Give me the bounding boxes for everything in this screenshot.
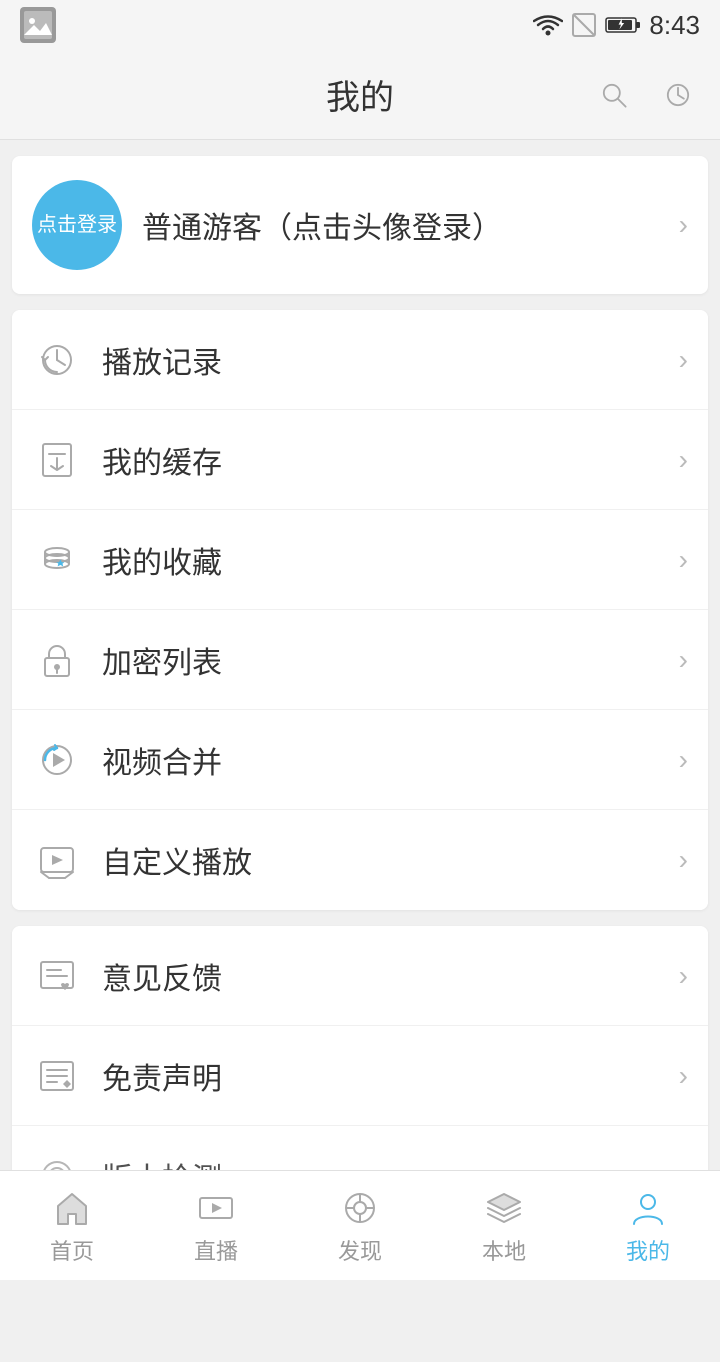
feedback-label: 意见反馈	[102, 954, 679, 998]
profile-card[interactable]: 点击登录 普通游客（点击头像登录） ›	[12, 156, 708, 294]
favorites-label: 我的收藏	[102, 538, 679, 582]
cache-label: 我的缓存	[102, 438, 679, 482]
discover-nav-label: 发现	[338, 1234, 382, 1266]
menu-item-feedback[interactable]: 意见反馈 ›	[12, 926, 708, 1026]
merge-chevron: ›	[679, 744, 688, 776]
profile-name: 普通游客（点击头像登录）	[142, 203, 502, 247]
nav-item-mine[interactable]: 我的	[576, 1171, 720, 1280]
feedback-chevron: ›	[679, 960, 688, 992]
live-nav-icon	[194, 1186, 238, 1230]
favorites-chevron: ›	[679, 544, 688, 576]
nav-item-local[interactable]: 本地	[432, 1171, 576, 1280]
playback-label: 播放记录	[102, 338, 679, 382]
feedback-icon	[32, 951, 82, 1001]
menu-item-cache[interactable]: 我的缓存 ›	[12, 410, 708, 510]
battery-icon	[605, 15, 641, 35]
merge-label: 视频合并	[102, 738, 679, 782]
page-title: 我的	[326, 70, 394, 119]
menu-section-1: 播放记录 › 我的缓存 ›	[12, 310, 708, 910]
menu-item-playback[interactable]: 播放记录 ›	[12, 310, 708, 410]
menu-item-favorites[interactable]: 我的收藏 ›	[12, 510, 708, 610]
playback-chevron: ›	[679, 344, 688, 376]
profile-chevron: ›	[679, 209, 688, 241]
favorites-icon	[32, 535, 82, 585]
wifi-icon	[533, 13, 563, 37]
signal-icon	[571, 12, 597, 38]
custom-label: 自定义播放	[102, 838, 679, 882]
home-nav-icon	[50, 1186, 94, 1230]
local-nav-icon	[482, 1186, 526, 1230]
status-bar-right: 8:43	[533, 10, 700, 41]
header-actions	[592, 73, 700, 117]
profile-left: 点击登录 普通游客（点击头像登录）	[32, 180, 502, 270]
encrypted-chevron: ›	[679, 644, 688, 676]
merge-icon	[32, 735, 82, 785]
menu-item-custom[interactable]: 自定义播放 ›	[12, 810, 708, 910]
live-nav-label: 直播	[194, 1234, 238, 1266]
cache-chevron: ›	[679, 444, 688, 476]
avatar[interactable]: 点击登录	[32, 180, 122, 270]
bottom-nav: 首页 直播 发现	[0, 1170, 720, 1280]
disclaimer-label: 免责声明	[102, 1054, 679, 1098]
menu-item-merge[interactable]: 视频合并 ›	[12, 710, 708, 810]
disclaimer-chevron: ›	[679, 1060, 688, 1092]
menu-item-disclaimer[interactable]: 免责声明 ›	[12, 1026, 708, 1126]
mine-nav-icon	[626, 1186, 670, 1230]
local-nav-label: 本地	[482, 1234, 526, 1266]
search-icon	[598, 79, 630, 111]
custom-icon	[32, 835, 82, 885]
nav-item-home[interactable]: 首页	[0, 1171, 144, 1280]
playback-icon	[32, 335, 82, 385]
discover-nav-icon	[338, 1186, 382, 1230]
image-icon	[20, 7, 56, 43]
home-nav-label: 首页	[50, 1234, 94, 1266]
mine-nav-label: 我的	[626, 1234, 670, 1266]
encrypted-label: 加密列表	[102, 638, 679, 682]
history-button[interactable]	[656, 73, 700, 117]
status-time: 8:43	[649, 10, 700, 41]
custom-chevron: ›	[679, 844, 688, 876]
disclaimer-icon	[32, 1051, 82, 1101]
search-button[interactable]	[592, 73, 636, 117]
encrypted-icon	[32, 635, 82, 685]
nav-item-live[interactable]: 直播	[144, 1171, 288, 1280]
header: 我的	[0, 50, 720, 140]
nav-item-discover[interactable]: 发现	[288, 1171, 432, 1280]
cache-icon	[32, 435, 82, 485]
status-bar-left	[20, 7, 56, 43]
menu-item-encrypted[interactable]: 加密列表 ›	[12, 610, 708, 710]
status-bar: 8:43	[0, 0, 720, 50]
clock-icon	[662, 79, 694, 111]
